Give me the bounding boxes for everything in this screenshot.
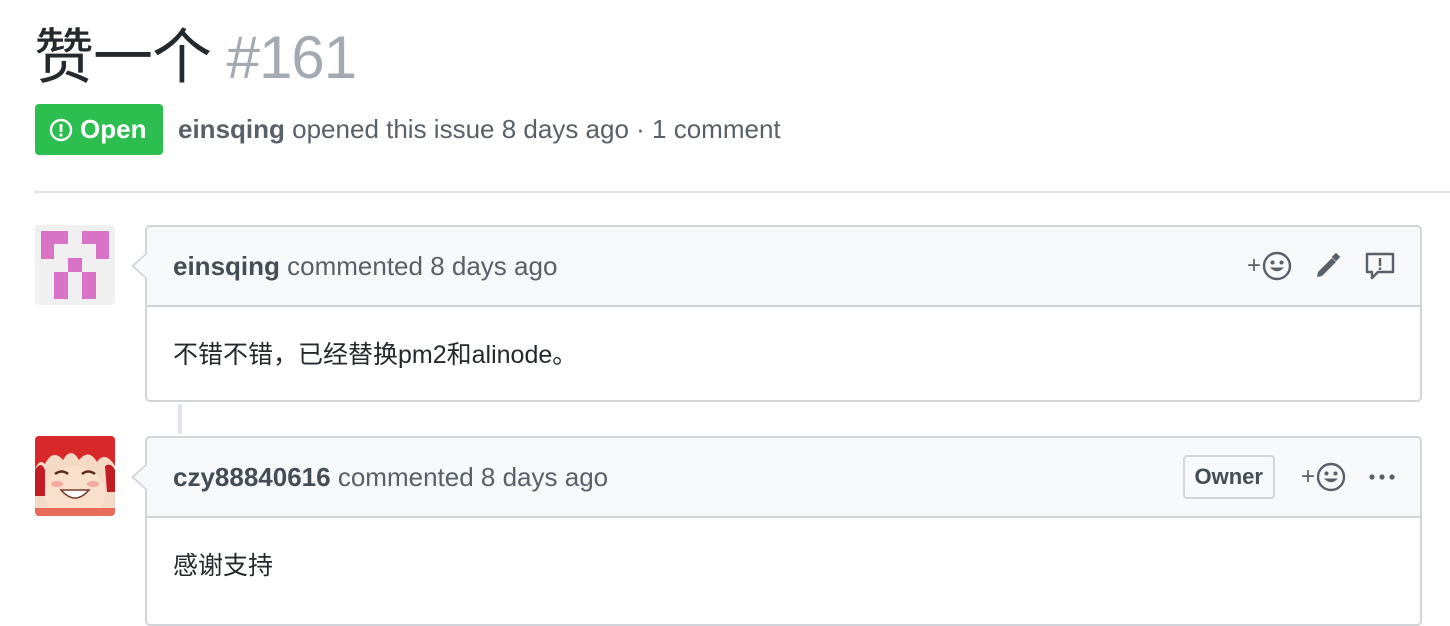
state-label: Open [80,114,147,144]
comment-author-link[interactable]: czy88840616 [173,462,331,492]
timeline-connector [178,404,182,434]
issue-author-link[interactable]: einsqing [178,114,285,144]
report-icon [1365,252,1395,280]
more-options-button[interactable] [1368,472,1396,482]
issue-meta-suffix: opened this issue 8 days ago · 1 comment [292,114,781,144]
comment-author-link[interactable]: einsqing [173,251,280,281]
comment-actions: Owner + [1182,438,1396,516]
avatar-czy88840616[interactable] [35,436,115,516]
comment-caret-inner [134,254,147,278]
issue-title: 赞一个 #161 [34,22,357,94]
avatar-einsqing[interactable] [35,225,115,305]
comment-caret-inner [134,465,147,489]
state-badge-open: Open [35,104,163,155]
plus-sign: + [1300,463,1315,490]
comment-byline: einsqing commented 8 days ago [173,251,557,282]
comment-byline: czy88840616 commented 8 days ago [173,462,608,493]
smiley-icon [1316,462,1346,492]
comment-body: 感谢支持 [173,552,274,580]
issue-number: #161 [226,24,357,91]
issue-title-text: 赞一个 [34,24,212,91]
comment-header: einsqing commented 8 days ago + [147,227,1420,307]
issue-meta: Open einsqing opened this issue 8 days a… [35,104,781,155]
issue-opened-icon [49,118,73,141]
issue-meta-text: einsqing opened this issue 8 days ago · … [178,114,781,145]
comment-card: einsqing commented 8 days ago + 不错不错，已经替… [131,225,1422,402]
add-reaction-button[interactable]: + [1247,251,1292,281]
plus-sign: + [1246,252,1261,279]
edit-comment-button[interactable] [1314,252,1342,280]
comment-actions: + [1247,227,1396,305]
comment-body: 不错不错，已经替换pm2和alinode。 [173,341,578,369]
owner-badge: Owner [1182,455,1275,499]
comment-timestamp[interactable]: commented 8 days ago [338,462,608,492]
header-divider [34,191,1450,193]
smiley-icon [1262,251,1292,281]
comment-card: czy88840616 commented 8 days ago Owner + [131,436,1422,626]
kebab-horizontal-icon [1369,474,1395,480]
identicon-avatar [35,225,115,305]
pencil-icon [1317,252,1341,277]
comment-timestamp[interactable]: commented 8 days ago [287,251,557,281]
comment-header: czy88840616 commented 8 days ago Owner + [147,438,1420,518]
add-reaction-button[interactable]: + [1301,462,1346,492]
anime-avatar [35,436,115,516]
report-comment-button[interactable] [1364,251,1396,281]
